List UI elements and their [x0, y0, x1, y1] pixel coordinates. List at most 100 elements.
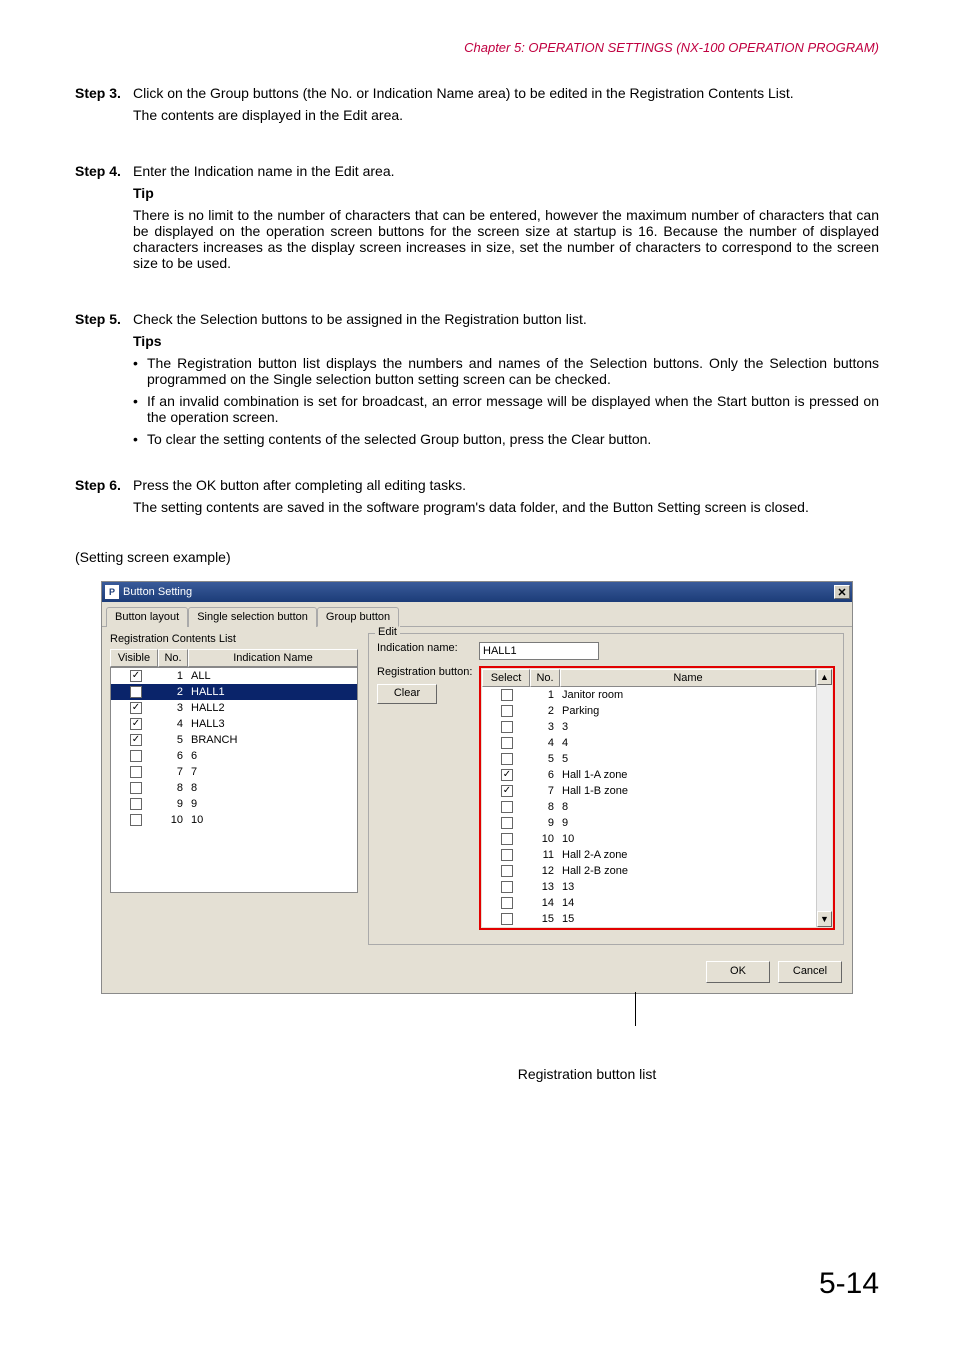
list-item[interactable]: 11Hall 2-A zone: [482, 847, 816, 863]
list-item[interactable]: ✓4HALL3: [111, 716, 357, 732]
list-item[interactable]: 1Janitor room: [482, 687, 816, 703]
checkbox-icon[interactable]: [130, 814, 142, 826]
scroll-down-button[interactable]: ▼: [817, 911, 832, 927]
checkbox-icon[interactable]: [501, 865, 513, 877]
registration-contents-label: Registration Contents List: [110, 633, 358, 645]
list-item-no: 3: [159, 702, 189, 714]
list-item-name: 14: [560, 897, 814, 909]
checkbox-icon[interactable]: ✓: [130, 686, 142, 698]
list-item[interactable]: 1010: [111, 812, 357, 828]
list-item[interactable]: 1515: [482, 911, 816, 927]
list-item[interactable]: 1414: [482, 895, 816, 911]
list-item-name: Hall 1-A zone: [560, 769, 814, 781]
tab-group-button[interactable]: Group button: [317, 607, 399, 627]
registration-button-list[interactable]: 1Janitor room2Parking334455 ✓ 6Hall 1-A zo…: [482, 687, 816, 927]
list-item[interactable]: 66: [111, 748, 357, 764]
list-item[interactable]: 12Hall 2-B zone: [482, 863, 816, 879]
list-item[interactable]: 1313: [482, 879, 816, 895]
left-header-no[interactable]: No.: [158, 649, 188, 667]
tab-single-selection[interactable]: Single selection button: [188, 607, 317, 627]
list-item-name: HALL3: [189, 718, 355, 730]
list-item[interactable]: ✓ 3HALL2: [111, 700, 357, 716]
list-item-name: HALL2: [189, 702, 355, 714]
list-item-no: 8: [530, 801, 560, 813]
list-item[interactable]: 99: [111, 796, 357, 812]
list-item-name: Parking: [560, 705, 814, 717]
step3-text-2: The contents are displayed in the Edit a…: [133, 107, 879, 123]
scroll-track[interactable]: [817, 685, 832, 911]
scroll-up-button[interactable]: ▲: [817, 669, 832, 685]
list-item[interactable]: 55: [482, 751, 816, 767]
checkbox-icon[interactable]: [130, 766, 142, 778]
checkbox-icon[interactable]: [130, 782, 142, 794]
ok-button[interactable]: OK: [706, 961, 770, 983]
list-item[interactable]: ✓2HALL1: [111, 684, 357, 700]
checkbox-icon[interactable]: [501, 721, 513, 733]
close-button[interactable]: ✕: [834, 585, 850, 599]
checkbox-icon[interactable]: [501, 705, 513, 717]
list-item[interactable]: ✓7Hall 1-B zone: [482, 783, 816, 799]
bullet-icon: •: [133, 393, 147, 425]
step4-label: Step 4.: [75, 163, 133, 277]
list-item[interactable]: 88: [111, 780, 357, 796]
list-item[interactable]: 44: [482, 735, 816, 751]
list-item[interactable]: 33: [482, 719, 816, 735]
list-item-no: 7: [159, 766, 189, 778]
list-item-name: 7: [189, 766, 355, 778]
reg-header-no[interactable]: No.: [530, 669, 560, 687]
checkbox-icon[interactable]: [130, 750, 142, 762]
checkbox-icon[interactable]: [501, 849, 513, 861]
list-item[interactable]: 99: [482, 815, 816, 831]
checkbox-icon[interactable]: ✓: [130, 734, 142, 746]
list-item-no: 1: [159, 670, 189, 682]
list-item[interactable]: 88: [482, 799, 816, 815]
cancel-button[interactable]: Cancel: [778, 961, 842, 983]
list-item-name: ALL: [189, 670, 355, 682]
checkbox-icon[interactable]: [501, 833, 513, 845]
reg-header-name[interactable]: Name: [560, 669, 816, 687]
checkbox-icon[interactable]: ✓: [130, 702, 142, 714]
list-item-no: 3: [530, 721, 560, 733]
checkbox-icon[interactable]: [501, 801, 513, 813]
list-item[interactable]: ✓ 1ALL: [111, 668, 357, 684]
callout-line: [635, 992, 636, 1026]
bullet-icon: •: [133, 355, 147, 387]
checkbox-icon[interactable]: [130, 798, 142, 810]
list-item-name: HALL1: [189, 686, 355, 698]
list-item[interactable]: 1010: [482, 831, 816, 847]
list-item[interactable]: 2Parking: [482, 703, 816, 719]
titlebar[interactable]: P Button Setting ✕: [102, 582, 852, 602]
list-item[interactable]: 77: [111, 764, 357, 780]
checkbox-icon[interactable]: ✓: [501, 785, 513, 797]
checkbox-icon[interactable]: [501, 689, 513, 701]
checkbox-icon[interactable]: ✓: [130, 670, 142, 682]
list-item-no: 9: [530, 817, 560, 829]
checkbox-icon[interactable]: ✓: [501, 769, 513, 781]
left-header-visible[interactable]: Visible: [110, 649, 158, 667]
checkbox-icon[interactable]: [501, 737, 513, 749]
checkbox-icon[interactable]: [501, 753, 513, 765]
checkbox-icon[interactable]: [501, 913, 513, 925]
step4-text-1: Enter the Indication name in the Edit ar…: [133, 163, 879, 179]
left-header-name[interactable]: Indication Name: [188, 649, 358, 667]
indication-name-input[interactable]: [479, 642, 599, 660]
reg-header-select[interactable]: Select: [482, 669, 530, 687]
list-item[interactable]: ✓ 6Hall 1-A zone: [482, 767, 816, 783]
list-item-name: 6: [189, 750, 355, 762]
page-number: 5-14: [819, 1267, 879, 1301]
tab-button-layout[interactable]: Button layout: [106, 607, 188, 627]
checkbox-icon[interactable]: [501, 897, 513, 909]
checkbox-icon[interactable]: [501, 817, 513, 829]
checkbox-icon[interactable]: [501, 881, 513, 893]
step6-text-1: Press the OK button after completing all…: [133, 477, 879, 493]
indication-name-label: Indication name:: [377, 642, 479, 654]
checkbox-icon[interactable]: ✓: [130, 718, 142, 730]
step5-bullet-3: To clear the setting contents of the sel…: [147, 431, 879, 447]
edit-legend: Edit: [375, 626, 400, 638]
clear-button[interactable]: Clear: [377, 684, 437, 704]
registration-contents-list[interactable]: ✓1ALL✓2HALL1✓3HALL2✓4HALL3✓5BRANCH667788…: [110, 667, 358, 893]
app-icon: P: [105, 585, 119, 599]
list-item[interactable]: ✓5BRANCH: [111, 732, 357, 748]
list-item-no: 6: [530, 769, 560, 781]
registration-button-label: Registration button:: [377, 666, 479, 678]
